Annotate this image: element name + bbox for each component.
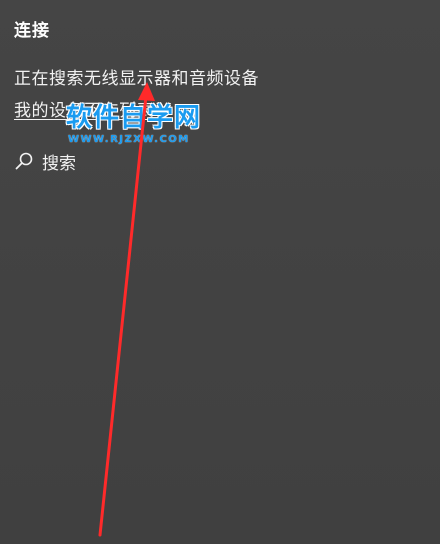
search-icon [15, 152, 33, 170]
search-button[interactable]: 搜索 [14, 148, 76, 174]
searching-status-text: 正在搜索无线显示器和音频设备 [14, 69, 259, 89]
connect-panel: 连接 正在搜索无线显示器和音频设备 我的设备不在列表 搜索 [0, 0, 440, 544]
search-label: 搜索 [42, 153, 76, 174]
device-not-listed-link[interactable]: 我的设备不在列表 [14, 96, 154, 121]
panel-title: 连接 [14, 21, 50, 41]
